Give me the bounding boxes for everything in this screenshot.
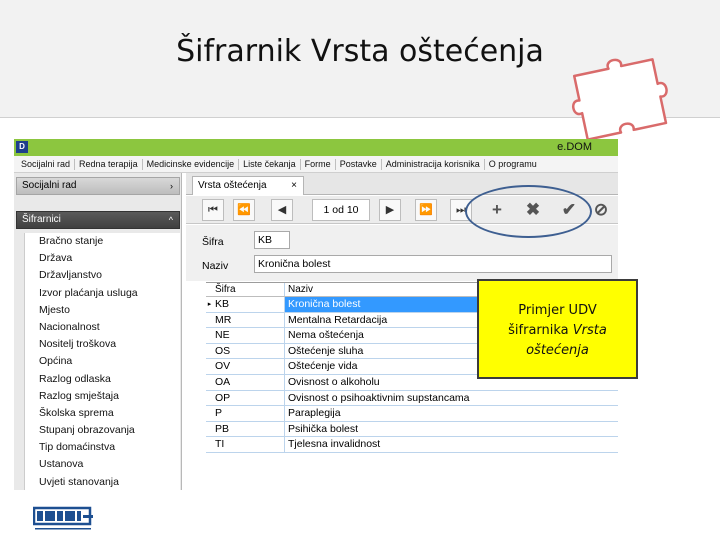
cell-code: P <box>213 406 285 421</box>
table-row[interactable]: PB Psihička bolest <box>206 421 618 438</box>
cell-code: OV <box>213 359 285 374</box>
chevron-right-icon: › <box>170 181 173 191</box>
cell-code: TI <box>213 437 285 452</box>
cell-code: NE <box>213 328 285 343</box>
menu-liste-cekanja[interactable]: Liste čekanja <box>239 158 301 170</box>
highlight-ellipse <box>465 185 592 238</box>
callout-line-3: oštećenja <box>526 343 589 358</box>
menu-administracija-korisnika[interactable]: Administracija korisnika <box>382 158 485 170</box>
nav-item[interactable]: Mjesto <box>25 302 180 319</box>
nav-list: Bračno stanje Država Državljanstvo Izvor… <box>24 233 180 490</box>
nav-item[interactable]: Općina <box>25 353 180 370</box>
nav-item[interactable]: Nacionalnost <box>25 319 180 336</box>
cell-name: Kronična bolest <box>285 297 485 312</box>
cell-code: MR <box>213 312 285 328</box>
callout-line-2: šifrarnika Vrsta <box>508 323 607 338</box>
cell-name: Paraplegija <box>288 407 341 420</box>
next-record-button[interactable]: ▶ <box>379 199 401 221</box>
cell-code: OP <box>213 390 285 406</box>
table-row[interactable]: OP Ovisnost o psihoaktivnim supstancama <box>206 390 618 407</box>
table-row[interactable]: P Paraplegija <box>206 406 618 422</box>
nav-item[interactable]: Stupanj obrazovanja <box>25 422 180 439</box>
first-record-button[interactable]: ⏮ <box>202 199 224 221</box>
app-name: e.DOM <box>557 141 592 153</box>
nav-item[interactable]: Nositelj troškova <box>25 336 180 353</box>
callout-line-1: Primjer UDV <box>518 303 597 318</box>
nav-item[interactable]: Školska sprema <box>25 405 180 422</box>
callout-box: Primjer UDV šifrarnika Vrsta oštećenja <box>477 279 638 379</box>
menubar: Socijalni rad Redna terapija Medicinske … <box>14 156 618 173</box>
name-field[interactable]: Kronična bolest <box>254 255 612 273</box>
previous-record-button[interactable]: ◀ <box>271 199 293 221</box>
menu-forme[interactable]: Forme <box>301 158 336 170</box>
nav-group-sifrarnici[interactable]: Šifrarnici ^ <box>16 211 180 229</box>
cell-code: OA <box>213 374 285 390</box>
cancel-record-button[interactable]: ⊘ <box>590 199 612 221</box>
chevron-up-icon: ^ <box>168 215 173 225</box>
cell-code: PB <box>213 421 285 437</box>
menu-redna-terapija[interactable]: Redna terapija <box>75 158 143 170</box>
tab-label: Vrsta oštećenja <box>198 180 267 191</box>
nav-item[interactable]: Bračno stanje <box>25 233 180 250</box>
tab-vrsta-ostecenja[interactable]: Vrsta oštećenja × <box>192 176 304 195</box>
name-label: Naziv <box>202 260 229 272</box>
nav-item[interactable]: Izvor plaćanja usluga <box>25 285 180 302</box>
code-field[interactable]: KB <box>254 231 290 249</box>
cell-name: Ovisnost o psihoaktivnim supstancama <box>288 391 470 404</box>
nav-group-label: Šifrarnici <box>22 214 61 225</box>
puzzle-piece-icon <box>572 58 668 141</box>
row-selector-icon: ▸ <box>207 301 212 308</box>
nav-section-socijalni-rad[interactable]: Socijalni rad › <box>16 177 180 195</box>
previous-page-button[interactable]: ⏪ <box>233 199 255 221</box>
next-page-button[interactable]: ⏩ <box>415 199 437 221</box>
enel-logo <box>33 506 93 530</box>
nav-item[interactable]: Uvjeti stanovanja <box>25 474 180 490</box>
nav-item[interactable]: Razlog odlaska <box>25 371 180 388</box>
cell-code: OS <box>213 343 285 359</box>
cell-name: Tjelesna invalidnost <box>288 438 381 451</box>
nav-item[interactable]: Tip domaćinstva <box>25 439 180 456</box>
cell-code: KB <box>213 297 285 312</box>
nav-item[interactable]: Državljanstvo <box>25 267 180 284</box>
column-header-sifra[interactable]: Šifra <box>213 283 285 296</box>
menu-socijalni-rad[interactable]: Socijalni rad <box>17 158 76 170</box>
nav-section-label: Socijalni rad <box>22 180 77 191</box>
code-label: Šifra <box>202 236 224 248</box>
nav-item[interactable]: Država <box>25 250 180 267</box>
app-titlebar: D e.DOM <box>14 139 618 156</box>
record-counter: 1 od 10 <box>312 199 370 221</box>
nav-item[interactable]: Ustanova <box>25 456 180 473</box>
menu-postavke[interactable]: Postavke <box>336 158 382 170</box>
menu-medicinske-evidencije[interactable]: Medicinske evidencije <box>143 158 240 170</box>
cell-name: Psihička bolest <box>288 422 359 435</box>
app-icon: D <box>16 141 28 153</box>
nav-item[interactable]: Razlog smještaja <box>25 388 180 405</box>
left-navigation: Socijalni rad › Šifrarnici ^ Bračno stan… <box>14 173 182 490</box>
menu-o-programu[interactable]: O programu <box>485 159 541 170</box>
close-icon[interactable]: × <box>291 177 297 194</box>
table-row[interactable]: TI Tjelesna invalidnost <box>206 437 618 453</box>
